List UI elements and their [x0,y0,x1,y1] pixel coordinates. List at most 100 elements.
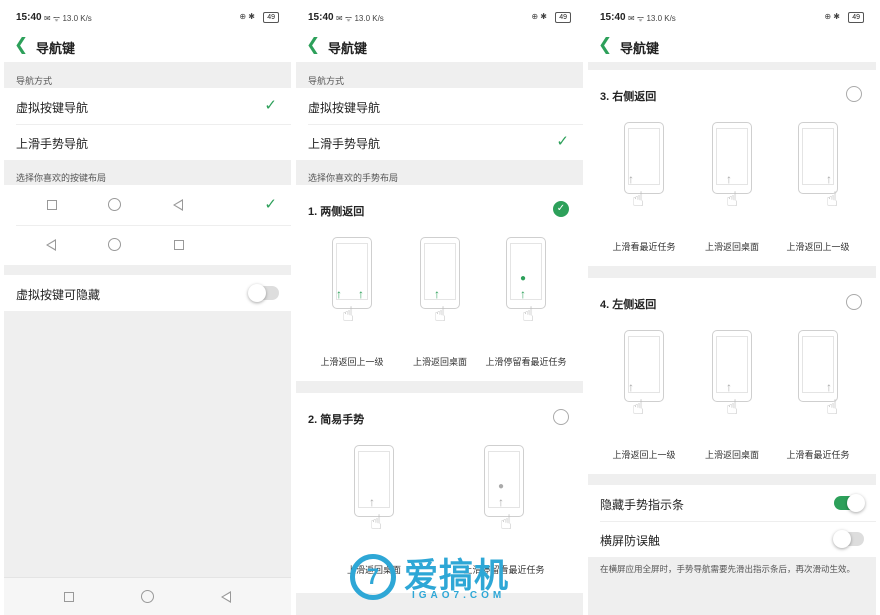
landscape-guard-toggle[interactable] [833,530,864,548]
gesture-caption: 上滑看最近任务 [786,450,850,460]
panel-virtual-keys: 15:40 ✉ ᯤ 13.0 K/s ⊕ ✱ 49 ❮ 导航键 导航方式 虚拟按… [4,0,291,615]
gesture-caption: 上滑返回上一级 [320,357,384,367]
gesture-caption: 上滑返回上一级 [612,450,676,460]
option-gesture-label: 上滑手势导航 [308,137,381,151]
toggle-knob [847,494,865,512]
gesture-option-title: 2. 简易手势 [308,414,365,426]
title-bar: ❮ 导航键 [296,34,583,62]
back-triangle-icon [173,199,183,211]
option-virtual-keys[interactable]: 虚拟按键导航 [296,88,583,124]
radio-selected-icon: ✓ [553,201,569,217]
page-title: 导航键 [620,41,660,56]
gesture-caption: 上滑返回上一级 [786,242,850,252]
system-nav-bar [4,577,291,615]
layout-option-1[interactable]: ✓ [4,185,291,225]
battery-icon: 49 [848,12,864,23]
hide-bar-toggle[interactable] [834,494,865,512]
radio-unselected-icon [846,86,862,102]
hand-gesture-icon: ☝ [522,304,535,326]
hand-gesture-icon: ☝ [342,304,355,326]
hand-gesture-icon: ☝ [370,512,383,534]
section-key-layout: 选择你喜欢的按键布局 [16,173,107,183]
nav-method-list: 虚拟按键导航 ✓ 上滑手势导航 [4,88,291,160]
status-bar: 15:40 ✉ ᯤ 13.0 K/s ⊕ ✱ 49 [588,0,876,34]
hand-gesture-icon: ☝ [726,189,739,211]
up-arrow-icon: ↑ [628,380,634,394]
hide-keys-label: 虚拟按键可隐藏 [16,288,101,302]
radio-unselected-icon [553,409,569,425]
chevron-left-icon[interactable]: ❮ [306,35,320,55]
page-title: 导航键 [328,41,368,56]
back-icon[interactable] [221,591,231,603]
landscape-guard-description: 在横屏应用全屏时，手势导航需要先滑出指示条后，再次滑动生效。 [600,564,856,574]
gesture-caption: 上滑返回桌面 [704,242,759,252]
section-nav-method: 导航方式 [308,76,345,86]
gesture-option-title: 3. 右侧返回 [600,91,657,103]
title-bar: ❮ 导航键 [588,34,876,62]
option-gesture[interactable]: 上滑手势导航 [4,124,291,160]
check-icon: ✓ [264,196,277,213]
up-arrow-icon: ↑ [520,287,526,301]
gesture-caption: 上滑返回桌面 [412,357,467,367]
gesture-option-title: 4. 左侧返回 [600,299,657,311]
gesture-option-3[interactable]: 3. 右侧返回 ↑ ☝ ↑ ☝ ↑ ☝ 上滑看最近任务 上滑返回桌面 上滑返回上… [588,70,876,266]
radio-unselected-icon [846,294,862,310]
gesture-option-1[interactable]: 1. 两侧返回 ✓ ↑ ↑ ☝ ↑ ☝ ● ↑ ☝ 上滑返回上一级 上滑返回桌面… [296,185,583,381]
up-arrow-icon: ↑ [369,495,375,509]
hand-gesture-icon: ☝ [632,397,645,419]
phone-illustration [712,122,752,194]
status-right-icons: ⊕ ✱ [239,12,255,21]
chevron-left-icon[interactable]: ❮ [598,35,612,55]
toggle-knob [248,284,266,302]
gesture-caption: 上滑停留看最近任务 [485,357,567,367]
recent-apps-icon[interactable] [64,592,74,602]
hold-dot-icon: ● [498,481,505,492]
status-right-icons: ⊕ ✱ [531,12,547,21]
page-title: 导航键 [36,41,76,56]
divider [600,521,876,522]
chevron-left-icon[interactable]: ❮ [14,35,28,55]
up-arrow-icon: ↑ [498,495,504,509]
battery-icon: 49 [263,12,279,23]
gesture-settings-list: 隐藏手势指示条 横屏防误触 [588,485,876,557]
phone-illustration [420,237,460,309]
option-gesture[interactable]: 上滑手势导航 ✓ [296,124,583,160]
hand-gesture-icon: ☝ [826,189,839,211]
section-gesture-layout: 选择你喜欢的手势布局 [308,173,399,183]
panel-gesture-layouts: 15:40 ✉ ᯤ 13.0 K/s ⊕ ✱ 49 ❮ 导航键 导航方式 虚拟按… [296,0,583,615]
back-triangle-icon [46,239,56,251]
home-icon[interactable] [141,590,154,603]
up-arrow-icon: ↑ [358,287,364,301]
check-icon: ✓ [556,133,569,150]
hand-gesture-icon: ☝ [826,397,839,419]
battery-icon: 49 [555,12,571,23]
watermark-subtext: IGAO7.COM [412,590,506,601]
status-time: 15:40 [16,12,42,23]
status-bar: 15:40 ✉ ᯤ 13.0 K/s ⊕ ✱ 49 [296,0,583,34]
status-left-icons: ✉ ᯤ 13.0 K/s [628,14,676,23]
up-arrow-icon: ↑ [726,380,732,394]
hand-gesture-icon: ☝ [500,512,513,534]
hide-keys-toggle[interactable] [248,284,279,302]
watermark-logo: 7 爱搞机 IGAO7.COM [350,548,530,608]
hand-gesture-icon: ☝ [726,397,739,419]
gesture-option-4[interactable]: 4. 左侧返回 ↑ ☝ ↑ ☝ ↑ ☝ 上滑返回上一级 上滑返回桌面 上滑看最近… [588,278,876,474]
circle-icon [108,198,121,211]
circle-icon [108,238,121,251]
gesture-caption: 上滑返回桌面 [704,450,759,460]
option-virtual-keys[interactable]: 虚拟按键导航 ✓ [4,88,291,124]
title-bar: ❮ 导航键 [4,34,291,62]
status-time: 15:40 [600,12,626,23]
up-arrow-icon: ↑ [826,172,832,186]
hold-dot-icon: ● [520,273,527,284]
layout-option-2[interactable] [4,225,291,265]
up-arrow-icon: ↑ [826,380,832,394]
phone-illustration [798,330,838,402]
option-virtual-keys-label: 虚拟按键导航 [308,101,381,115]
check-icon: ✓ [264,97,277,114]
status-bar: 15:40 ✉ ᯤ 13.0 K/s ⊕ ✱ 49 [4,0,291,34]
status-time: 15:40 [308,12,334,23]
status-left-icons: ✉ ᯤ 13.0 K/s [336,14,384,23]
square-icon [47,200,57,210]
option-virtual-keys-label: 虚拟按键导航 [16,101,89,115]
